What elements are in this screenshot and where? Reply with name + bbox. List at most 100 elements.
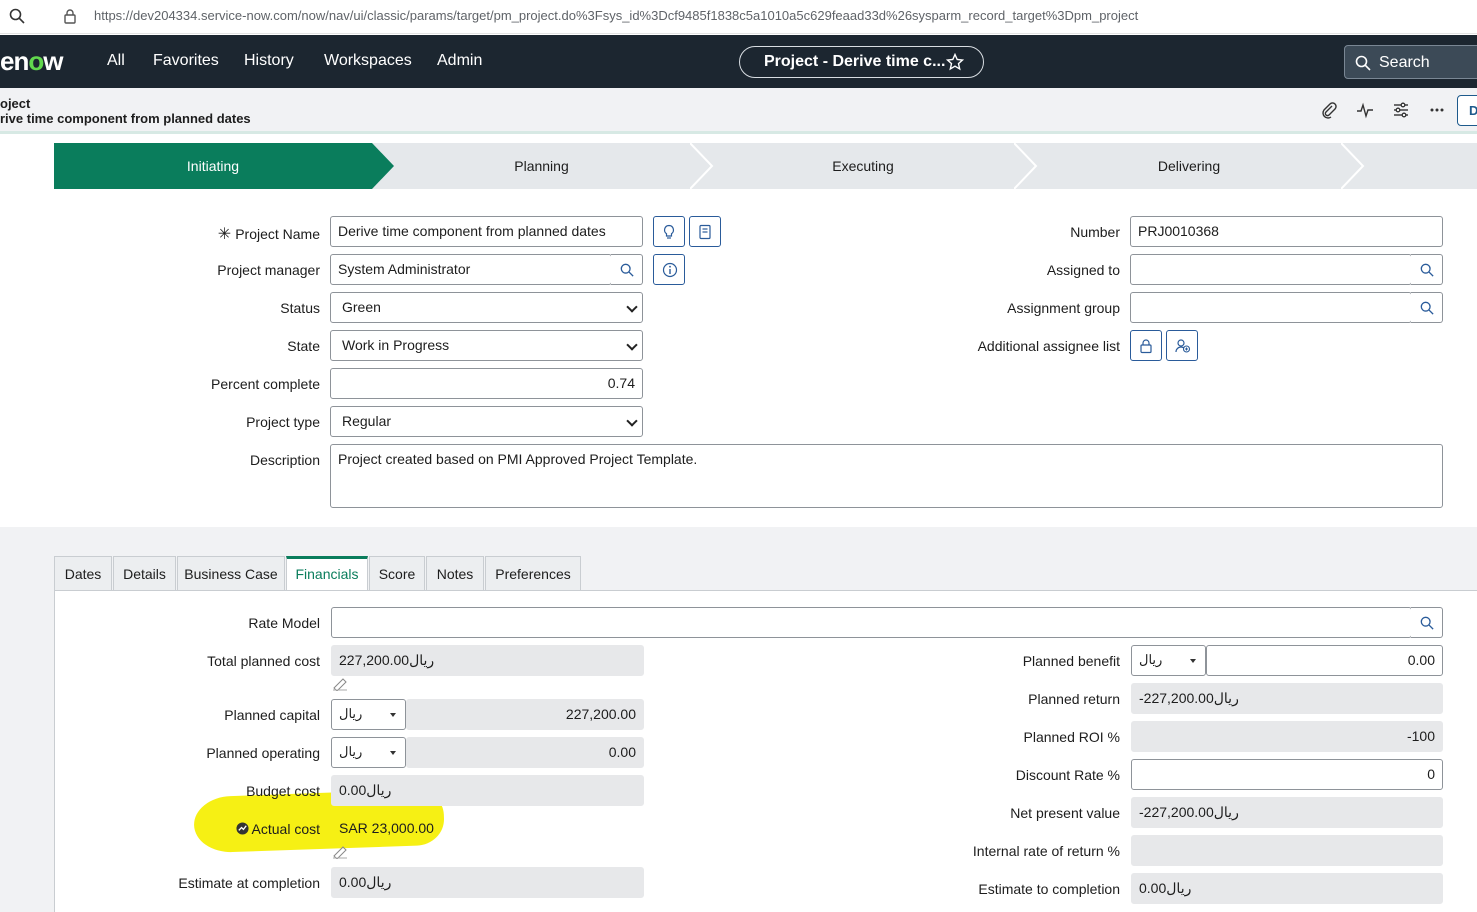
edit-icon[interactable] xyxy=(332,677,348,691)
discount-rate-label: Discount Rate % xyxy=(1015,767,1120,783)
star-icon[interactable] xyxy=(946,53,964,71)
record-table-name: oject xyxy=(0,96,31,111)
book-icon xyxy=(699,224,711,240)
npv-field: -227,200.00ريال xyxy=(1131,797,1443,828)
budget-cost-label: Budget cost xyxy=(246,783,320,799)
assignment-group-label: Assignment group xyxy=(1007,300,1120,316)
project-manager-info-button[interactable] xyxy=(653,254,685,285)
status-select[interactable]: Green xyxy=(330,292,643,323)
context-pill[interactable]: Project - Derive time c... xyxy=(739,46,984,78)
required-icon: ✳ xyxy=(217,226,232,243)
paperclip-icon[interactable] xyxy=(1320,101,1338,119)
assignment-group-field[interactable] xyxy=(1130,292,1412,323)
settings-sliders-icon[interactable] xyxy=(1392,101,1410,119)
record-display-name: rive time component from planned dates xyxy=(0,111,251,126)
tab-preferences[interactable]: Preferences xyxy=(485,556,581,592)
search-icon xyxy=(1355,55,1371,71)
tab-financials[interactable]: Financials xyxy=(286,556,368,592)
search-icon xyxy=(620,263,634,277)
rate-model-field[interactable] xyxy=(331,607,1412,638)
actual-cost-label: Actual cost xyxy=(235,821,320,837)
project-name-label: ✳ Project Name xyxy=(217,226,320,243)
search-icon[interactable] xyxy=(9,8,25,24)
planned-benefit-field[interactable]: 0.00 xyxy=(1206,645,1443,676)
assigned-to-lookup[interactable] xyxy=(1411,254,1443,285)
stage-arrow xyxy=(1341,143,1365,189)
planned-benefit-currency[interactable]: ريال xyxy=(1131,645,1206,676)
planned-roi-field: -100 xyxy=(1131,721,1443,752)
record-header: oject rive time component from planned d… xyxy=(0,88,1477,134)
planned-capital-currency[interactable]: ريال xyxy=(331,699,406,730)
more-icon[interactable] xyxy=(1428,101,1446,119)
planned-operating-currency[interactable]: ريال xyxy=(331,737,406,768)
percent-complete-field[interactable]: 0.74 xyxy=(330,368,643,399)
stage-delivering: Delivering xyxy=(1157,158,1221,174)
context-pill-label: Project - Derive time c... xyxy=(764,53,946,70)
planned-operating-label: Planned operating xyxy=(206,745,320,761)
project-name-field[interactable]: Derive time component from planned dates xyxy=(330,216,643,247)
project-manager-label: Project manager xyxy=(217,262,320,278)
header-action-button[interactable]: D xyxy=(1457,95,1477,126)
nav-workspaces[interactable]: Workspaces xyxy=(324,52,412,70)
add-user-icon xyxy=(1175,339,1191,353)
browser-address-bar: https://dev204334.service-now.com/now/na… xyxy=(0,0,1477,34)
additional-assignee-label: Additional assignee list xyxy=(977,338,1120,354)
number-field[interactable]: PRJ0010368 xyxy=(1130,216,1443,247)
project-type-select[interactable]: Regular xyxy=(330,406,643,437)
budget-cost-field: 0.00ريال xyxy=(331,775,644,806)
top-navigation: enow All Favorites History Workspaces Ad… xyxy=(0,35,1477,88)
project-manager-lookup[interactable] xyxy=(611,254,643,285)
state-select[interactable]: Work in Progress xyxy=(330,330,643,361)
stage-executing: Executing xyxy=(832,158,894,174)
info-icon xyxy=(662,262,678,278)
unlock-assignee-button[interactable] xyxy=(1130,330,1162,361)
npv-label: Net present value xyxy=(1010,805,1120,821)
add-me-button[interactable] xyxy=(1166,330,1198,361)
servicenow-logo[interactable]: enow xyxy=(0,46,63,77)
nav-all[interactable]: All xyxy=(107,52,125,70)
suggestion-button[interactable] xyxy=(653,216,685,247)
global-search[interactable]: Search xyxy=(1344,45,1477,79)
template-button[interactable] xyxy=(689,216,721,247)
total-planned-cost-field: 227,200.00ريال xyxy=(331,645,644,676)
project-manager-field[interactable]: System Administrator xyxy=(330,254,612,285)
discount-rate-field[interactable]: 0 xyxy=(1131,759,1443,790)
edit-icon[interactable] xyxy=(332,845,348,859)
tab-score[interactable]: Score xyxy=(369,556,425,592)
stage-initiating: Initiating xyxy=(54,143,372,189)
stage-arrow xyxy=(690,143,714,189)
total-planned-cost-label: Total planned cost xyxy=(207,653,320,669)
assigned-to-label: Assigned to xyxy=(1046,262,1120,278)
nav-admin[interactable]: Admin xyxy=(437,52,482,70)
project-type-label: Project type xyxy=(246,414,320,430)
number-label: Number xyxy=(1070,224,1120,240)
tab-notes[interactable]: Notes xyxy=(426,556,484,592)
nav-history[interactable]: History xyxy=(244,52,294,70)
rate-model-lookup[interactable] xyxy=(1411,607,1443,638)
tab-business-case[interactable]: Business Case xyxy=(177,556,285,592)
actual-cost-field: SAR 23,000.00 xyxy=(339,820,434,836)
stage-arrow xyxy=(1014,143,1038,189)
tab-dates[interactable]: Dates xyxy=(54,556,112,592)
estimate-at-completion-field: 0.00ريال xyxy=(331,867,644,898)
planned-roi-label: Planned ROI % xyxy=(1023,729,1121,745)
assigned-to-field[interactable] xyxy=(1130,254,1412,285)
site-info-icon[interactable] xyxy=(62,8,78,24)
planned-benefit-label: Planned benefit xyxy=(1022,653,1120,669)
planned-capital-field[interactable]: 227,200.00 xyxy=(406,699,644,730)
planned-operating-field[interactable]: 0.00 xyxy=(406,737,644,768)
activity-icon[interactable] xyxy=(1356,101,1374,119)
assignment-group-lookup[interactable] xyxy=(1411,292,1443,323)
state-label: State xyxy=(287,338,320,354)
stage-arrow xyxy=(372,143,394,189)
description-field[interactable]: Project created based on PMI Approved Pr… xyxy=(330,444,1443,508)
url-text: https://dev204334.service-now.com/now/na… xyxy=(94,8,1139,23)
tab-details[interactable]: Details xyxy=(113,556,176,592)
trend-icon[interactable] xyxy=(235,822,249,835)
search-icon xyxy=(1420,301,1434,315)
irr-label: Internal rate of return % xyxy=(972,843,1120,859)
estimate-at-completion-label: Estimate at completion xyxy=(178,875,320,891)
search-icon xyxy=(1420,263,1434,277)
search-label: Search xyxy=(1379,54,1430,71)
nav-favorites[interactable]: Favorites xyxy=(153,52,219,70)
